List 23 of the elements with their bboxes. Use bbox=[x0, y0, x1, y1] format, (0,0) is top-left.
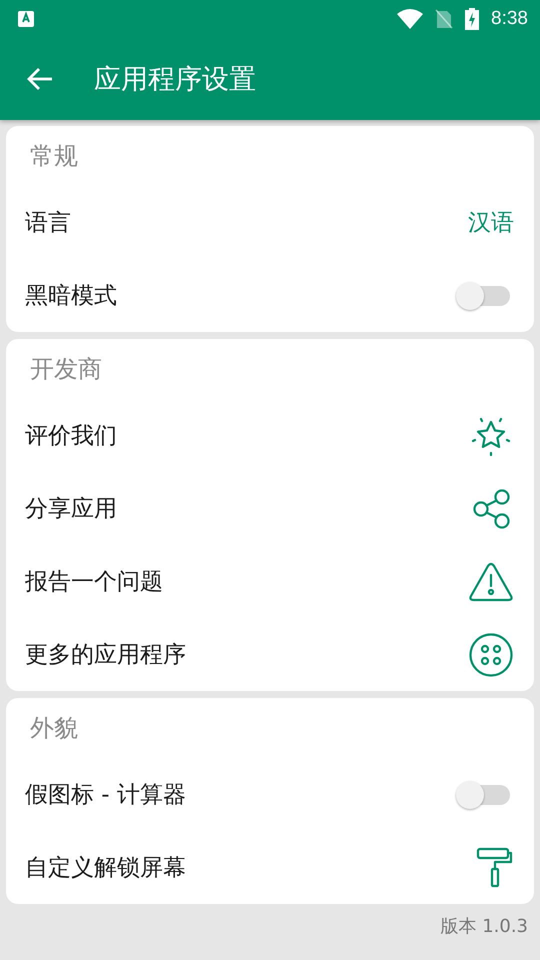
section-header: 开发商 bbox=[30, 354, 102, 385]
apps-circle-icon bbox=[468, 632, 514, 678]
section-header: 外貌 bbox=[30, 713, 78, 744]
setting-label[interactable]: 自定义解锁屏幕 bbox=[25, 852, 186, 883]
wifi-icon bbox=[397, 9, 424, 29]
back-arrow-icon[interactable] bbox=[26, 67, 54, 91]
battery-charging-icon bbox=[465, 8, 480, 30]
setting-label[interactable]: 更多的应用程序 bbox=[25, 639, 186, 670]
status-time: 8:38 bbox=[491, 8, 528, 30]
setting-label[interactable]: 假图标 - 计算器 bbox=[25, 779, 186, 810]
setting-label[interactable]: 语言 bbox=[25, 207, 71, 238]
language-value[interactable]: 汉语 bbox=[468, 207, 514, 238]
no-sim-icon bbox=[435, 9, 454, 29]
version-text: 版本 1.0.3 bbox=[440, 915, 528, 938]
setting-label[interactable]: 评价我们 bbox=[25, 420, 117, 451]
section-header: 常规 bbox=[30, 141, 78, 172]
setting-label[interactable]: 报告一个问题 bbox=[25, 566, 163, 597]
setting-label[interactable]: 分享应用 bbox=[25, 493, 117, 524]
screen-title: 应用程序设置 bbox=[94, 63, 256, 97]
app-notification-icon bbox=[18, 11, 34, 27]
setting-label[interactable]: 黑暗模式 bbox=[25, 280, 117, 311]
warning-icon bbox=[468, 560, 514, 602]
paint-roller-icon bbox=[476, 846, 514, 888]
